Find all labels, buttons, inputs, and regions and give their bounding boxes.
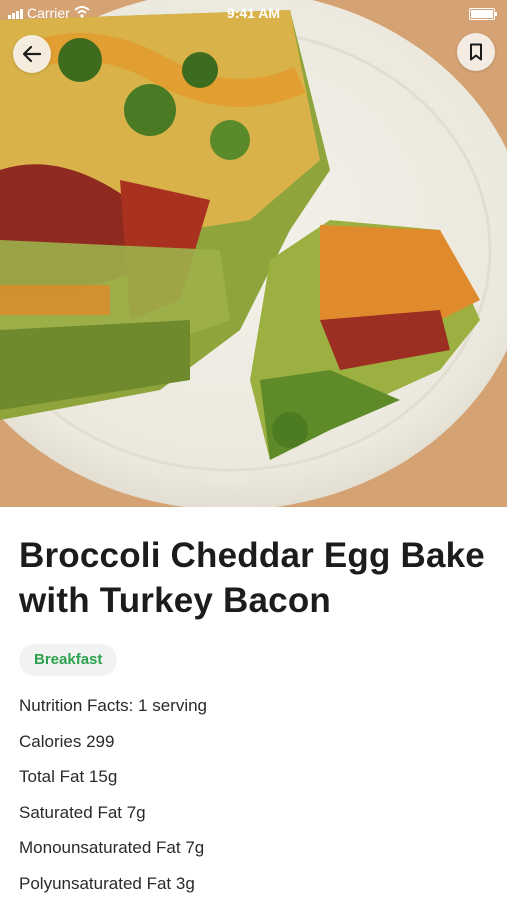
nutrition-total-fat: Total Fat 15g: [19, 759, 493, 795]
status-time: 9:41 AM: [0, 5, 507, 21]
nutrition-calories: Calories 299: [19, 724, 493, 760]
nutrition-monounsaturated-fat: Monounsaturated Fat 7g: [19, 830, 493, 866]
recipe-title: Broccoli Cheddar Egg Bake with Turkey Ba…: [19, 533, 493, 623]
back-button[interactable]: [13, 35, 51, 73]
nutrition-facts: Nutrition Facts: 1 serving Calories 299 …: [19, 688, 493, 901]
recipe-details: Broccoli Cheddar Egg Bake with Turkey Ba…: [19, 507, 493, 901]
nutrition-serving: Nutrition Facts: 1 serving: [19, 688, 493, 724]
nutrition-polyunsaturated-fat: Polyunsaturated Fat 3g: [19, 866, 493, 901]
arrow-left-icon: [22, 45, 42, 63]
bookmark-icon: [469, 43, 483, 61]
nutrition-saturated-fat: Saturated Fat 7g: [19, 795, 493, 831]
recipe-hero-image: [0, 0, 507, 507]
battery-icon: [469, 8, 495, 20]
bookmark-button[interactable]: [457, 33, 495, 71]
category-tag[interactable]: Breakfast: [19, 644, 117, 676]
status-bar: Carrier 9:41 AM: [0, 0, 507, 26]
